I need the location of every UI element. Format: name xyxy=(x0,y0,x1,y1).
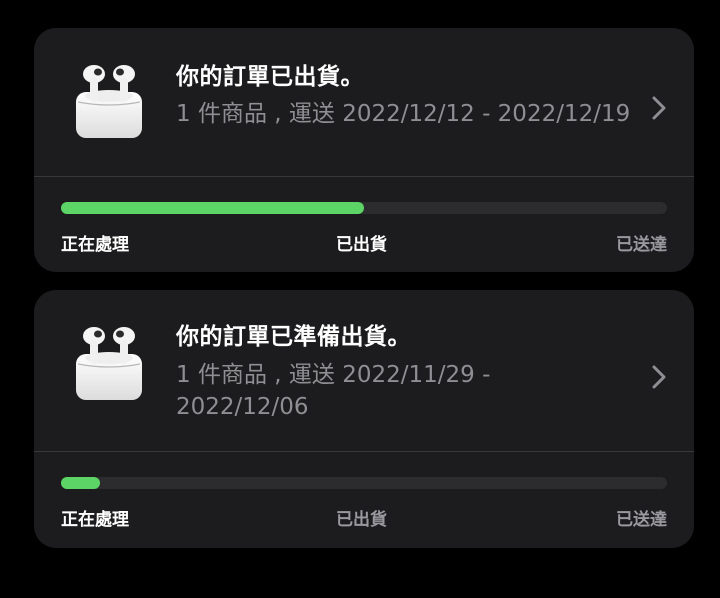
progress-bar xyxy=(61,202,667,214)
order-summary-link[interactable]: 你的訂單已出貨。 1 件商品 , 運送 2022/12/12 - 2022/12… xyxy=(34,28,694,176)
progress-bar xyxy=(61,477,667,489)
step-shipped-label: 已出貨 xyxy=(336,235,387,255)
divider xyxy=(34,451,694,452)
progress-fill xyxy=(61,477,100,489)
step-delivered-label: 已送達 xyxy=(616,235,667,255)
order-card: 你的訂單已出貨。 1 件商品 , 運送 2022/12/12 - 2022/12… xyxy=(34,28,694,272)
step-delivered-label: 已送達 xyxy=(616,510,667,530)
order-status-title: 你的訂單已準備出貨。 xyxy=(176,324,411,350)
divider xyxy=(34,176,694,177)
order-shipping-info: 1 件商品 , 運送 2022/11/29 - 2022/12/06 xyxy=(176,362,491,420)
airpods-pro-icon xyxy=(76,327,142,400)
order-card: 你的訂單已準備出貨。 1 件商品 , 運送 2022/11/29 - 2022/… xyxy=(34,290,694,548)
airpods-pro-icon xyxy=(76,65,142,138)
order-shipping-info: 1 件商品 , 運送 2022/12/12 - 2022/12/19 xyxy=(176,101,631,127)
chevron-right-icon xyxy=(652,96,666,120)
step-shipped-label: 已出貨 xyxy=(336,510,387,530)
chevron-right-icon xyxy=(652,365,666,389)
step-processing-label: 正在處理 xyxy=(61,235,129,255)
progress-fill xyxy=(61,202,364,214)
order-summary-link[interactable]: 你的訂單已準備出貨。 1 件商品 , 運送 2022/11/29 - 2022/… xyxy=(34,290,694,451)
step-processing-label: 正在處理 xyxy=(61,510,129,530)
order-status-title: 你的訂單已出貨。 xyxy=(176,64,364,90)
orders-page: 你的訂單已出貨。 1 件商品 , 運送 2022/12/12 - 2022/12… xyxy=(0,0,720,598)
